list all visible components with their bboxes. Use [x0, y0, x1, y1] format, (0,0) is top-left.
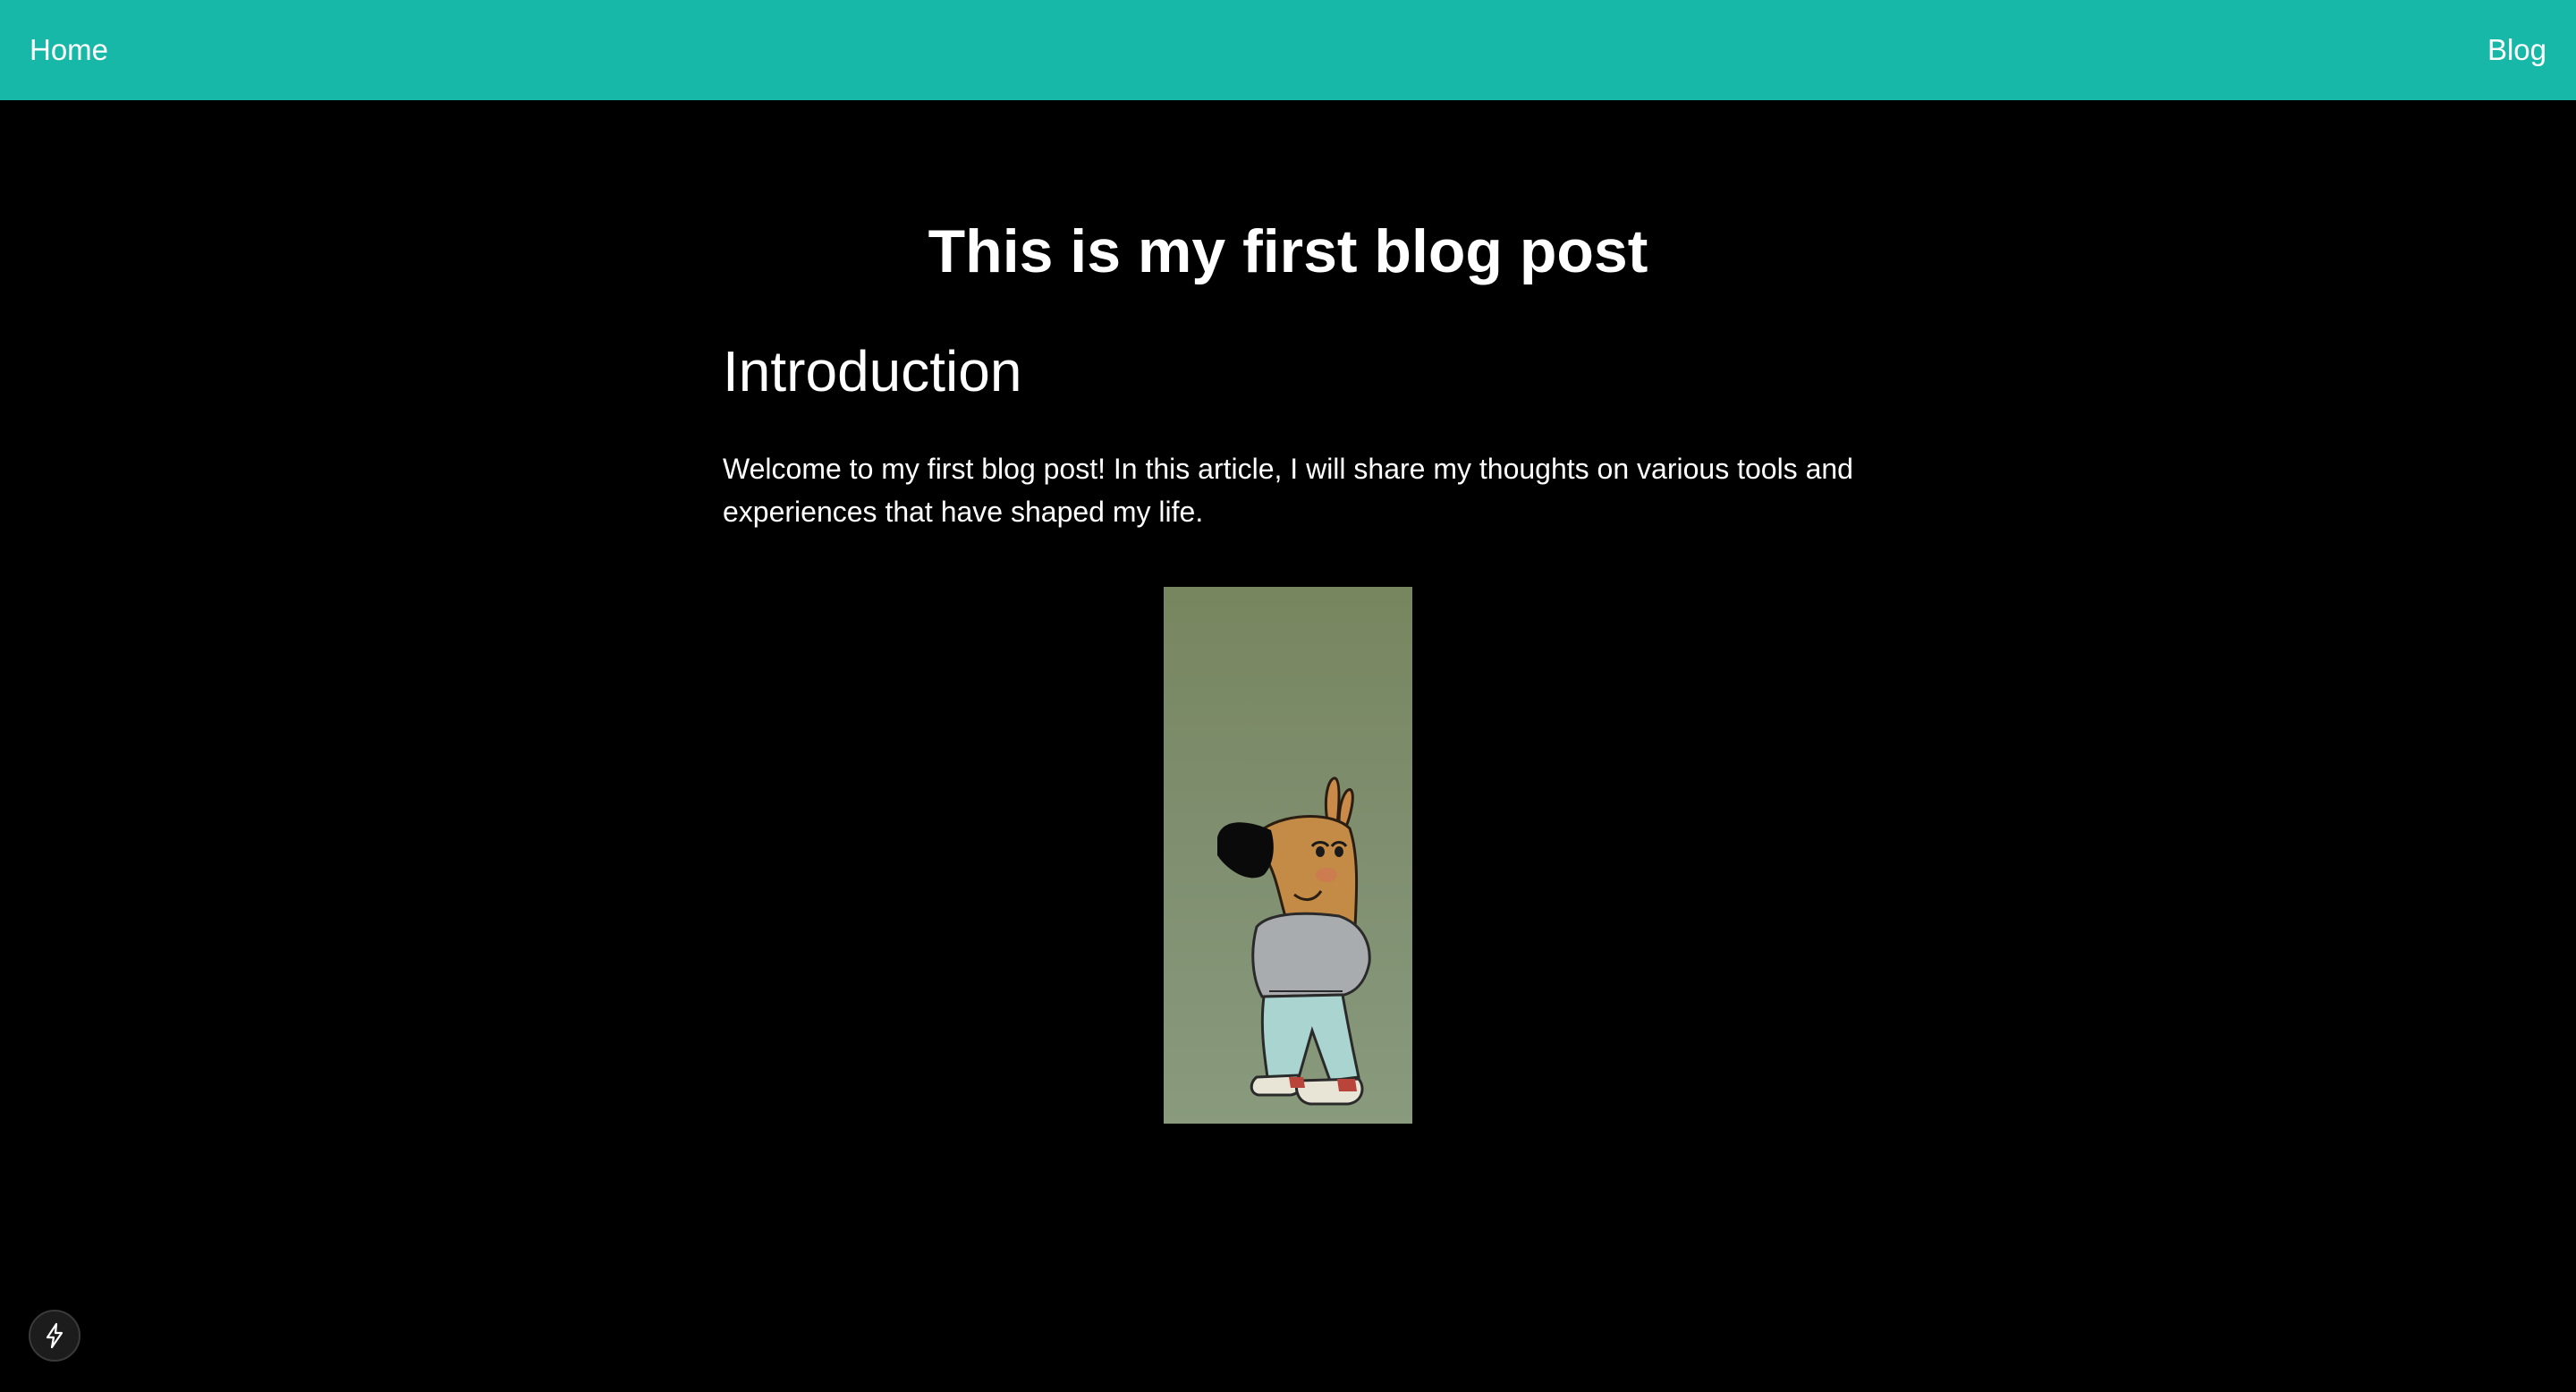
lightning-bolt-icon	[46, 1322, 64, 1349]
nav-link-blog[interactable]: Blog	[2487, 0, 2546, 100]
intro-paragraph: Welcome to my first blog post! In this a…	[723, 453, 1853, 528]
nav-link-home[interactable]: Home	[30, 0, 108, 100]
post-title: This is my first blog post	[928, 217, 1648, 285]
cartoon-dog-illustration	[1217, 777, 1371, 1106]
post-illustration	[1164, 587, 1412, 1124]
lightning-bolt-button[interactable]	[29, 1310, 80, 1362]
post-body: Introduction Welcome to my first blog po…	[723, 333, 1853, 533]
section-heading: Introduction	[723, 339, 1022, 403]
top-navbar: Home Blog	[0, 0, 2576, 100]
